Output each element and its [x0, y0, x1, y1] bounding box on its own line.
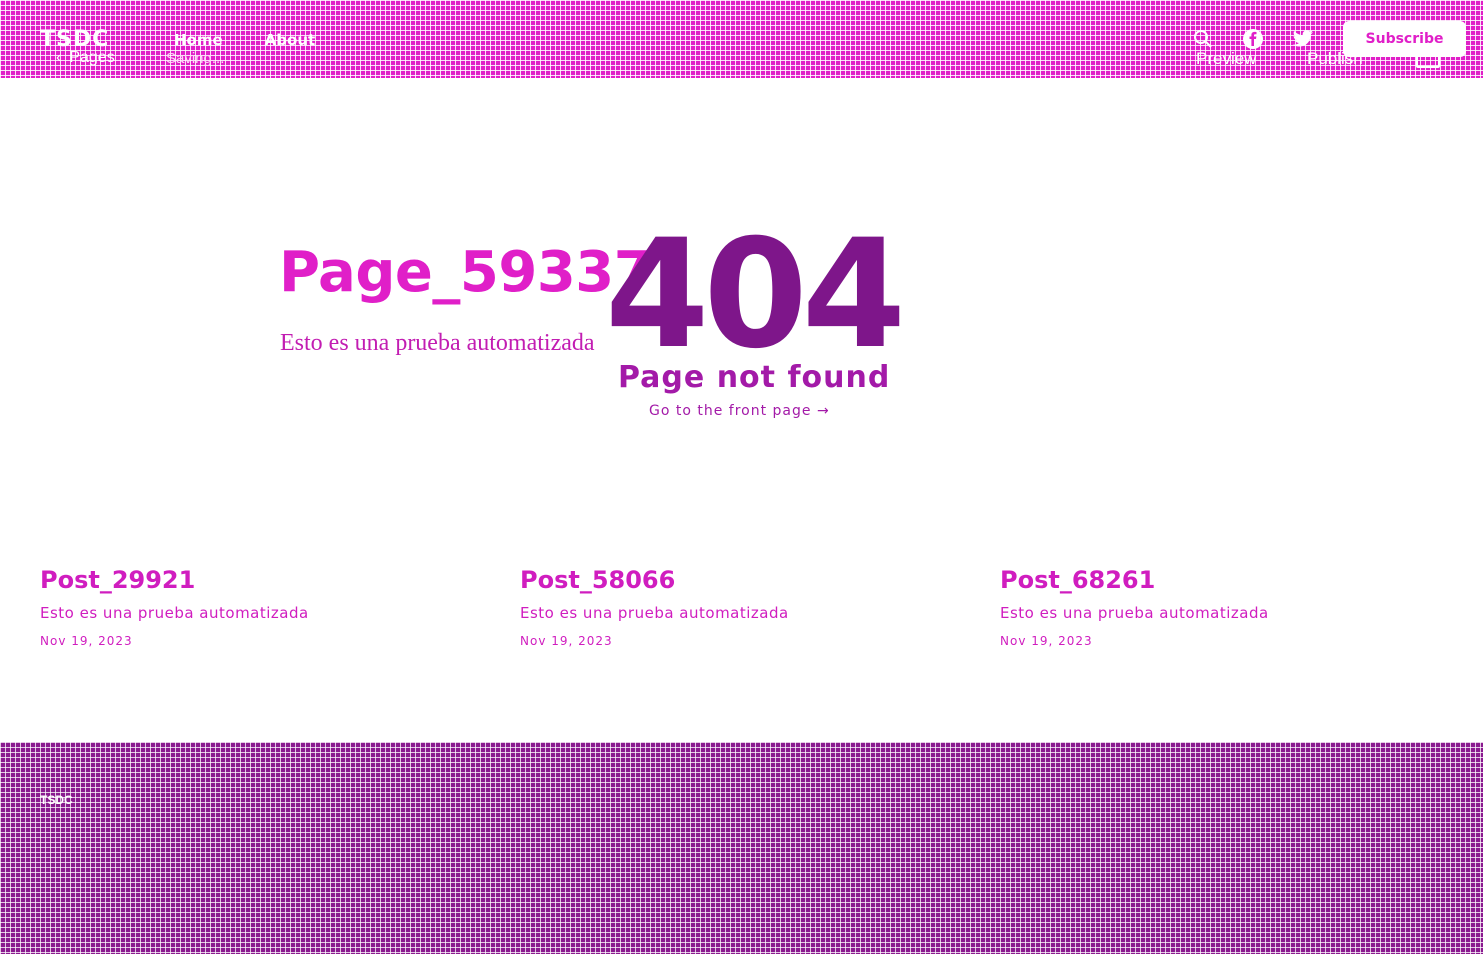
page-description: Esto es una prueba automatizada: [280, 330, 595, 356]
header-icons: [1192, 28, 1314, 50]
post-title[interactable]: Post_58066: [520, 566, 980, 594]
site-footer: TSDC: [0, 742, 1483, 954]
back-label: Pages: [69, 49, 115, 66]
page-title: Page_59337: [279, 240, 653, 305]
post-excerpt: Esto es una prueba automatizada: [520, 604, 789, 622]
posts-list: Post_29921 Esto es una prueba automatiza…: [40, 566, 1460, 648]
preview-button[interactable]: Preview: [1196, 49, 1256, 69]
error-code: 404: [605, 208, 906, 382]
back-to-pages-link[interactable]: ‹ Pages: [56, 49, 115, 67]
facebook-icon[interactable]: [1242, 28, 1264, 50]
nav-about-link[interactable]: About: [265, 31, 316, 49]
save-status: Saving...: [166, 50, 225, 67]
twitter-icon[interactable]: [1292, 28, 1314, 50]
nav-home-link[interactable]: Home: [174, 31, 223, 49]
front-page-link[interactable]: Go to the front page →: [649, 403, 830, 419]
site-header: TSDC Home About ‹ Pages Saving... Subscr…: [0, 0, 1483, 78]
chevron-left-icon: ‹: [56, 49, 62, 66]
post-card[interactable]: Post_29921 Esto es una prueba automatiza…: [40, 566, 500, 648]
publish-button[interactable]: Publish: [1307, 49, 1363, 69]
post-excerpt: Esto es una prueba automatizada: [1000, 604, 1269, 622]
search-icon[interactable]: [1192, 28, 1214, 50]
post-excerpt: Esto es una prueba automatizada: [40, 604, 309, 622]
post-date: Nov 19, 2023: [40, 634, 133, 648]
post-date: Nov 19, 2023: [1000, 634, 1093, 648]
post-title[interactable]: Post_68261: [1000, 566, 1460, 594]
post-title[interactable]: Post_29921: [40, 566, 500, 594]
primary-nav: Home About: [174, 31, 315, 49]
footer-brand[interactable]: TSDC: [40, 793, 73, 807]
post-card[interactable]: Post_68261 Esto es una prueba automatiza…: [1000, 566, 1460, 648]
post-card[interactable]: Post_58066 Esto es una prueba automatiza…: [520, 566, 980, 648]
sidebar-toggle-icon[interactable]: [1416, 50, 1440, 68]
error-message: Page not found: [618, 360, 891, 395]
post-date: Nov 19, 2023: [520, 634, 613, 648]
